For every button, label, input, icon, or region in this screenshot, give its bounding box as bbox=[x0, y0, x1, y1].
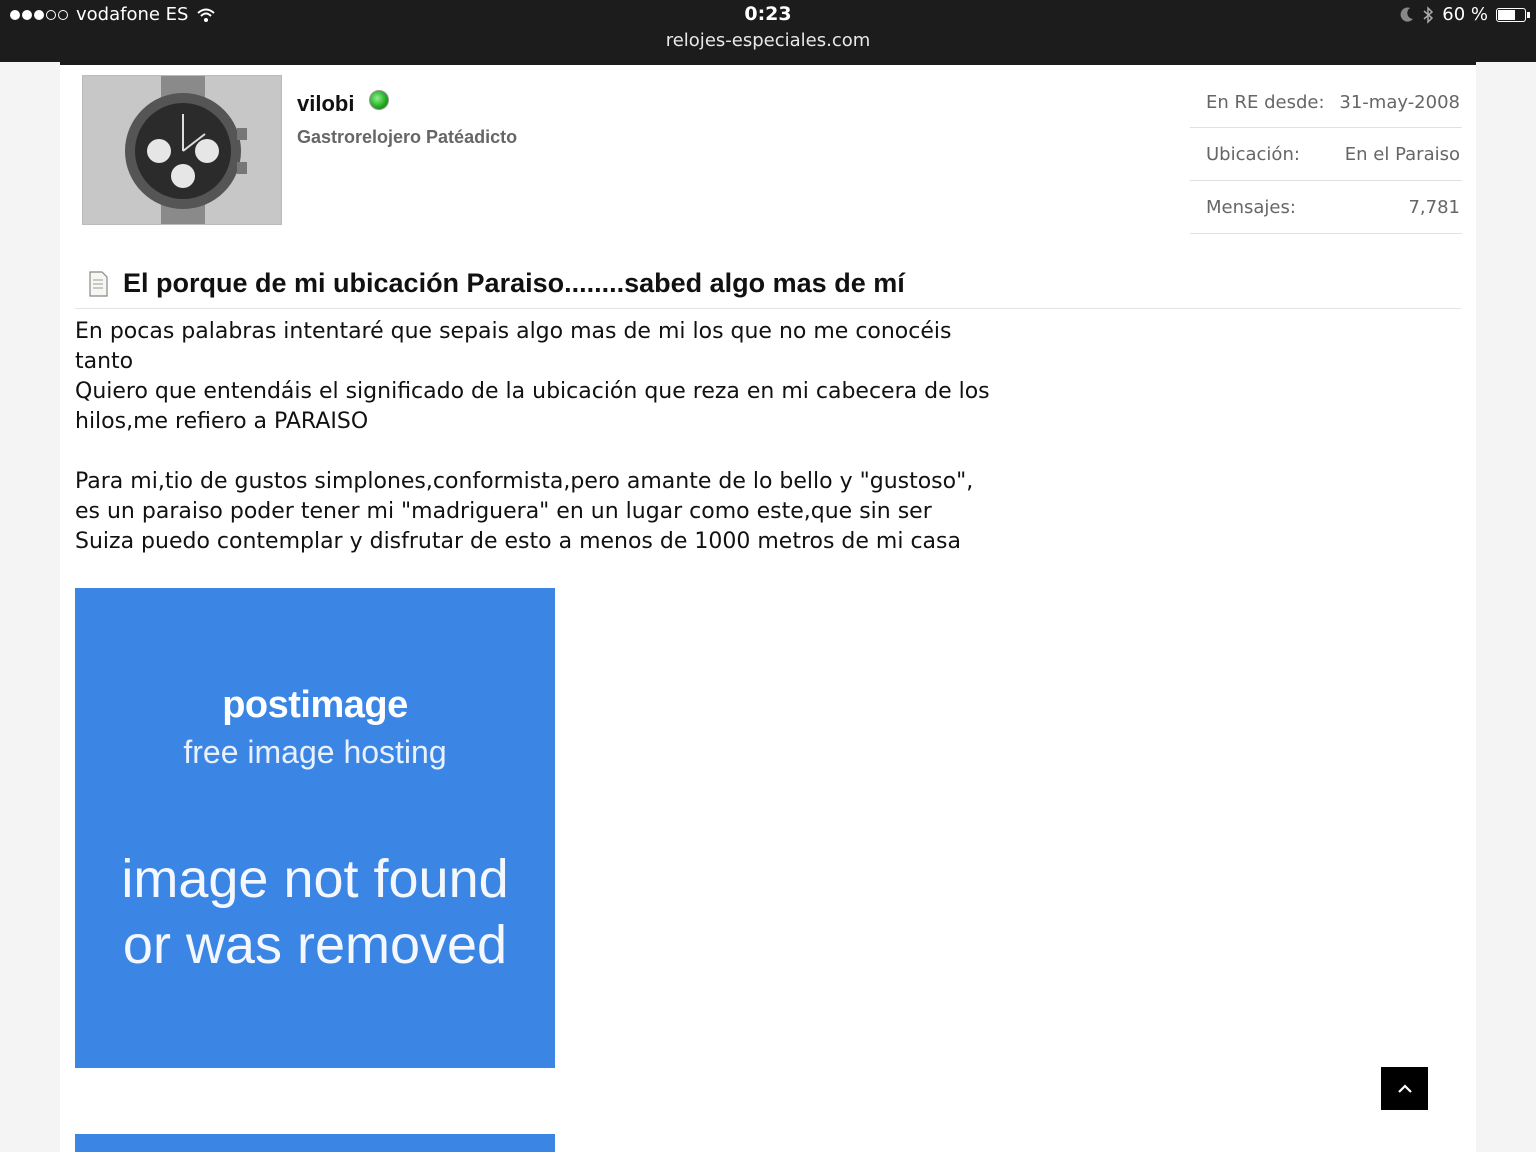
post-text-line: Quiero que entendáis el significado de l… bbox=[75, 379, 990, 404]
moon-icon bbox=[1400, 7, 1414, 22]
watch-photo bbox=[83, 76, 281, 224]
image-missing-message: image not found or was removed bbox=[75, 846, 555, 978]
stat-location: Ubicación: En el Paraiso bbox=[1190, 128, 1462, 181]
stat-messages: Mensajes: 7,781 bbox=[1190, 181, 1462, 234]
postimage-tagline: free image hosting bbox=[183, 734, 447, 770]
forum-post: vilobi Gastrorelojero Patéadicto En RE d… bbox=[60, 62, 1476, 1152]
stat-value: 7,781 bbox=[1408, 196, 1460, 218]
user-rank-title: Gastrorelojero Patéadicto bbox=[297, 127, 518, 147]
post-body: En pocas palabras intentaré que sepais a… bbox=[75, 317, 1035, 557]
post-title-bar: El porque de mi ubicación Paraiso.......… bbox=[75, 259, 1461, 309]
stat-joined: En RE desde: 31-may-2008 bbox=[1190, 77, 1462, 128]
user-stats: En RE desde: 31-may-2008 Ubicación: En e… bbox=[1190, 77, 1462, 234]
post-text-line: Para mi,tio de gustos simplones,conformi… bbox=[75, 469, 974, 494]
battery-percent: 60 % bbox=[1442, 4, 1488, 25]
document-icon bbox=[89, 270, 108, 297]
stat-label: Ubicación: bbox=[1206, 143, 1300, 165]
chevron-up-icon bbox=[1397, 1083, 1412, 1093]
post-text-line: Suiza puedo contemplar y disfrutar de es… bbox=[75, 529, 961, 554]
image-missing-line-1: image not found bbox=[121, 849, 509, 909]
postimage-logo: postimage bbox=[222, 684, 408, 726]
broken-image-placeholder[interactable]: postimage free image hosting image not f… bbox=[75, 588, 555, 1068]
post-text-line: tanto bbox=[75, 349, 134, 374]
avatar[interactable] bbox=[82, 75, 282, 225]
stat-value: En el Paraiso bbox=[1344, 143, 1460, 165]
clock: 0:23 bbox=[744, 3, 792, 25]
post-text-line: En pocas palabras intentaré que sepais a… bbox=[75, 319, 952, 344]
back-to-top-button[interactable] bbox=[1381, 1067, 1428, 1110]
status-right: 60 % bbox=[1400, 4, 1530, 25]
stat-label: Mensajes: bbox=[1206, 196, 1296, 218]
bluetooth-icon bbox=[1423, 5, 1434, 24]
image-missing-line-2: or was removed bbox=[122, 915, 508, 975]
username[interactable]: vilobi bbox=[297, 91, 354, 117]
post-text-line: hilos,me refiero a PARAISO bbox=[75, 409, 369, 434]
post-text-line: es un paraiso poder tener mi "madriguera… bbox=[75, 499, 932, 524]
stat-label: En RE desde: bbox=[1206, 91, 1325, 113]
post-title: El porque de mi ubicación Paraiso.......… bbox=[123, 268, 905, 298]
online-status-icon bbox=[369, 90, 389, 110]
ios-status-bar: vodafone ES 0:23 relojes-especiales.com … bbox=[0, 0, 1536, 62]
stat-value: 31-may-2008 bbox=[1339, 91, 1460, 113]
broken-image-placeholder-2[interactable] bbox=[75, 1134, 555, 1152]
battery-icon bbox=[1496, 7, 1530, 22]
address-bar-url[interactable]: relojes-especiales.com bbox=[0, 30, 1536, 51]
